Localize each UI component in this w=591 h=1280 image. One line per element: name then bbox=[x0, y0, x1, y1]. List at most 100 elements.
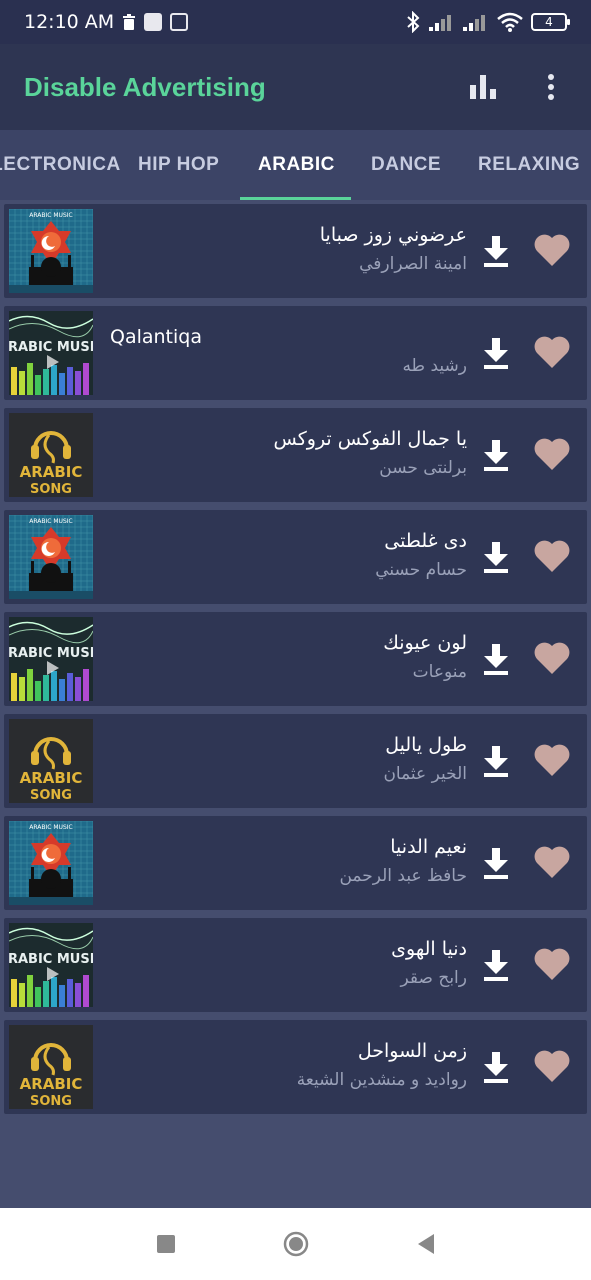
notification-icon bbox=[144, 13, 163, 31]
favorite-button[interactable] bbox=[533, 232, 571, 268]
song-row[interactable]: ARABIC SONG يا جمال الفوكس تروكس برلنتى ح… bbox=[4, 408, 587, 502]
arabic-song-thumbnail: ARABIC SONG bbox=[9, 1025, 93, 1109]
song-row[interactable]: ARABIC SONG زمن السواحل رواديد و منشدين ا… bbox=[4, 1020, 587, 1114]
wifi-icon bbox=[497, 12, 523, 32]
heart-icon bbox=[534, 336, 570, 368]
arabic-music-mosque-thumbnail: ARABIC MUSIC bbox=[9, 515, 93, 599]
favorite-button[interactable] bbox=[533, 1048, 571, 1084]
song-title: زمن السواحل bbox=[357, 1040, 467, 1062]
svg-text:ARABIC: ARABIC bbox=[20, 1075, 83, 1093]
svg-text:SONG: SONG bbox=[30, 1094, 72, 1109]
song-artist: حسام حسني bbox=[375, 560, 467, 580]
svg-text:ARABIC MUSIC: ARABIC MUSIC bbox=[29, 212, 72, 219]
svg-text:ARABIC: ARABIC bbox=[20, 463, 83, 481]
bar-chart-icon bbox=[470, 75, 496, 99]
recents-button[interactable] bbox=[151, 1229, 181, 1259]
favorite-button[interactable] bbox=[533, 334, 571, 370]
favorite-button[interactable] bbox=[533, 538, 571, 574]
screenshot-icon bbox=[170, 13, 189, 31]
tab-electronica[interactable]: ELECTRONICA bbox=[0, 130, 121, 200]
download-icon bbox=[484, 236, 508, 267]
download-button[interactable] bbox=[481, 846, 511, 880]
arabic-music-mosque-thumbnail: ARABIC MUSIC bbox=[9, 821, 93, 905]
more-options-button[interactable] bbox=[535, 71, 567, 103]
favorite-button[interactable] bbox=[533, 436, 571, 472]
download-button[interactable] bbox=[481, 642, 511, 676]
svg-text:ARABIC: ARABIC bbox=[20, 769, 83, 787]
arabic-song-thumbnail: ARABIC SONG bbox=[9, 413, 93, 497]
download-icon bbox=[484, 338, 508, 369]
svg-text:SONG: SONG bbox=[30, 482, 72, 497]
trash-icon bbox=[123, 14, 136, 30]
arabic-music-equalizer-thumbnail: ARABIC MUSIC bbox=[9, 311, 93, 395]
equalizer-button[interactable] bbox=[467, 71, 499, 103]
square-icon bbox=[156, 1235, 175, 1253]
download-icon bbox=[484, 848, 508, 879]
download-icon bbox=[484, 440, 508, 471]
song-title: يا جمال الفوكس تروكس bbox=[273, 428, 468, 450]
tab-hip-hop[interactable]: HIP HOP bbox=[138, 130, 219, 200]
back-button[interactable] bbox=[411, 1229, 441, 1259]
download-icon bbox=[484, 950, 508, 981]
active-tab-indicator bbox=[240, 197, 351, 200]
download-button[interactable] bbox=[481, 336, 511, 370]
signal-icon-2 bbox=[463, 15, 485, 31]
song-title: لون عيونك bbox=[383, 632, 467, 654]
download-button[interactable] bbox=[481, 1050, 511, 1084]
song-artist: حافظ عبد الرحمن bbox=[339, 866, 467, 886]
song-title: طول ياليل bbox=[385, 734, 467, 756]
app-bar: Disable Advertising bbox=[0, 44, 591, 130]
song-thumbnail: ARABIC MUSIC bbox=[9, 617, 93, 701]
svg-text:ARABIC MUSIC: ARABIC MUSIC bbox=[29, 824, 72, 831]
download-button[interactable] bbox=[481, 540, 511, 574]
song-artist: رواديد و منشدين الشيعة bbox=[296, 1070, 467, 1090]
song-thumbnail: ARABIC MUSIC bbox=[9, 209, 93, 293]
download-button[interactable] bbox=[481, 744, 511, 778]
heart-icon bbox=[534, 744, 570, 776]
tab-arabic[interactable]: ARABIC bbox=[258, 130, 335, 200]
song-row[interactable]: ARABIC MUSIC عرضوني زوز صبايا امينة الصرا… bbox=[4, 204, 587, 298]
battery-icon: 4 bbox=[531, 13, 570, 31]
favorite-button[interactable] bbox=[533, 640, 571, 676]
home-button[interactable] bbox=[281, 1229, 311, 1259]
heart-icon bbox=[534, 846, 570, 878]
song-row[interactable]: ARABIC MUSIC دنيا الهوى رابح صقر bbox=[4, 918, 587, 1012]
download-icon bbox=[484, 542, 508, 573]
favorite-button[interactable] bbox=[533, 946, 571, 982]
song-thumbnail: ARABIC MUSIC bbox=[9, 821, 93, 905]
heart-icon bbox=[534, 438, 570, 470]
song-row[interactable]: ARABIC MUSIC نعيم الدنيا حافظ عبد الرحمن bbox=[4, 816, 587, 910]
song-thumbnail: ARABIC MUSIC bbox=[9, 515, 93, 599]
heart-icon bbox=[534, 234, 570, 266]
app-title[interactable]: Disable Advertising bbox=[24, 72, 266, 103]
song-row[interactable]: ARABIC MUSIC Qalantiqa رشيد طه bbox=[4, 306, 587, 400]
song-thumbnail: ARABIC SONG bbox=[9, 413, 93, 497]
tab-dance[interactable]: DANCE bbox=[371, 130, 441, 200]
song-artist: رابح صقر bbox=[400, 968, 467, 988]
arabic-music-equalizer-thumbnail: ARABIC MUSIC bbox=[9, 617, 93, 701]
svg-text:SONG: SONG bbox=[30, 788, 72, 803]
song-row[interactable]: ARABIC MUSIC لون عيونك منوعات bbox=[4, 612, 587, 706]
download-icon bbox=[484, 746, 508, 777]
svg-text:ARABIC MUSIC: ARABIC MUSIC bbox=[9, 340, 93, 355]
song-row[interactable]: ARABIC SONG طول ياليل الخير عثمان bbox=[4, 714, 587, 808]
song-title: نعيم الدنيا bbox=[390, 836, 467, 858]
download-button[interactable] bbox=[481, 948, 511, 982]
status-time: 12:10 AM bbox=[24, 11, 115, 33]
svg-text:ARABIC MUSIC: ARABIC MUSIC bbox=[29, 518, 72, 525]
song-row[interactable]: ARABIC MUSIC دى غلطتى حسام حسني bbox=[4, 510, 587, 604]
triangle-back-icon bbox=[417, 1234, 434, 1254]
song-title: Qalantiqa bbox=[110, 326, 202, 348]
song-artist: امينة الصرارفي bbox=[359, 254, 467, 274]
song-thumbnail: ARABIC MUSIC bbox=[9, 923, 93, 1007]
download-button[interactable] bbox=[481, 234, 511, 268]
favorite-button[interactable] bbox=[533, 742, 571, 778]
svg-text:ARABIC MUSIC: ARABIC MUSIC bbox=[9, 646, 93, 661]
song-title: دنيا الهوى bbox=[391, 938, 467, 960]
heart-icon bbox=[534, 948, 570, 980]
song-thumbnail: ARABIC SONG bbox=[9, 1025, 93, 1109]
download-button[interactable] bbox=[481, 438, 511, 472]
tab-relaxing[interactable]: RELAXING bbox=[478, 130, 580, 200]
favorite-button[interactable] bbox=[533, 844, 571, 880]
heart-icon bbox=[534, 540, 570, 572]
